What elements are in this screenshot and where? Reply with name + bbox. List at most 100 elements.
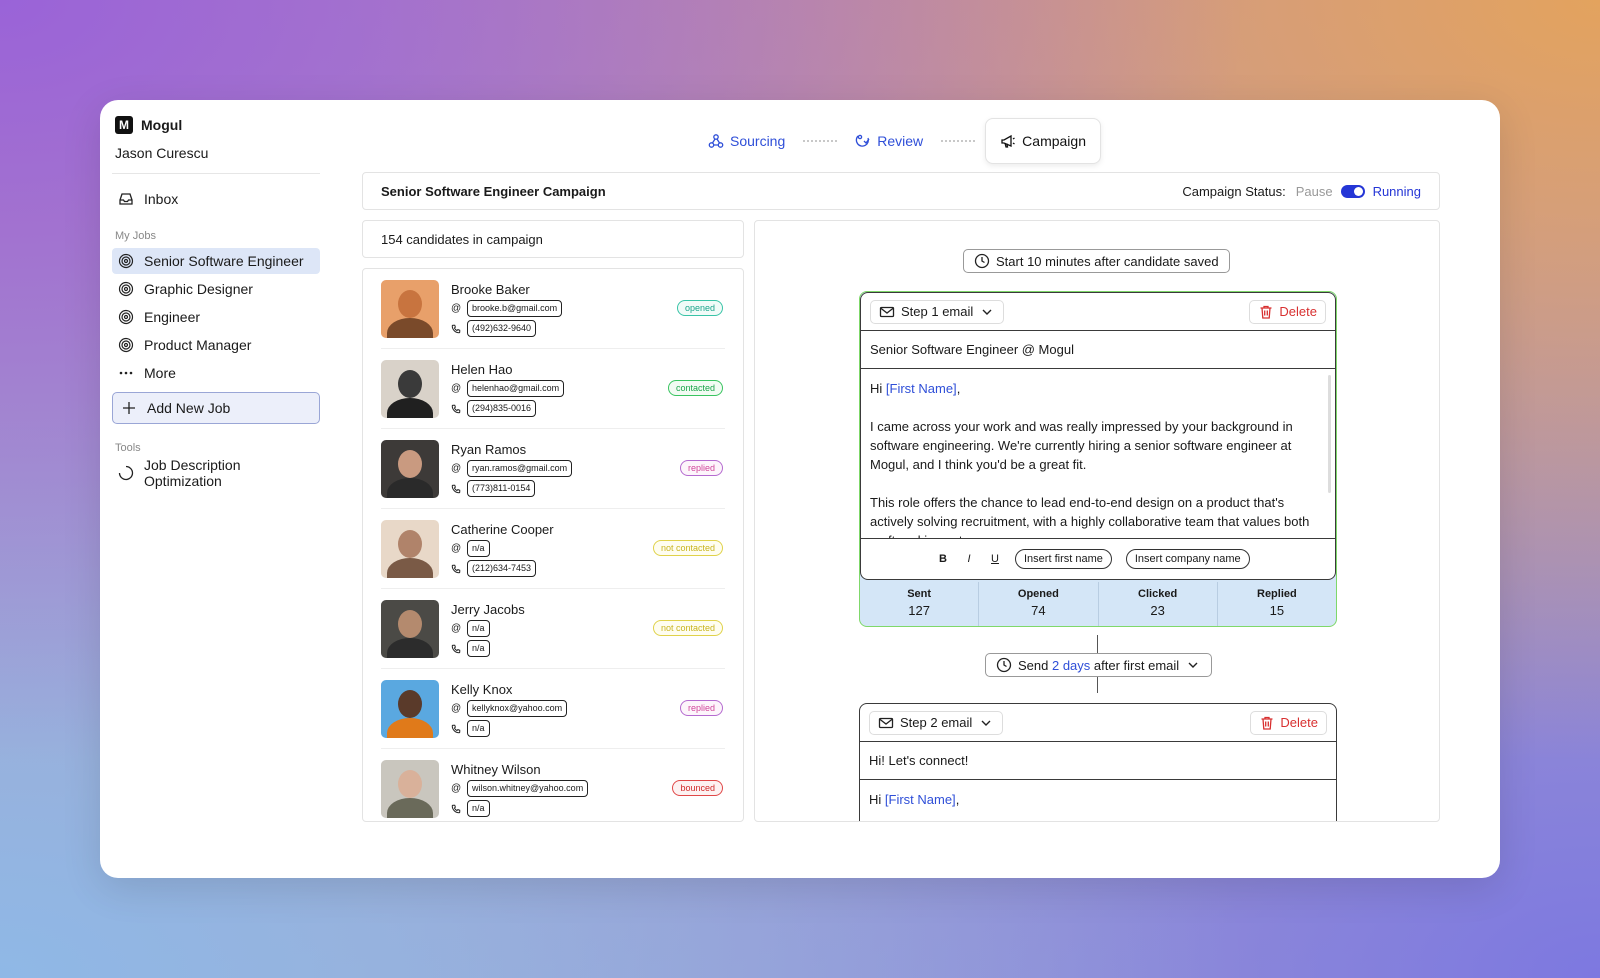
- insert-company-name-button[interactable]: Insert company name: [1125, 549, 1250, 569]
- at-icon: @: [451, 783, 462, 794]
- candidate-row[interactable]: Whitney Wilson @ wilson.whitney@yahoo.co…: [381, 749, 725, 821]
- sidebar-item-label: Product Manager: [144, 337, 252, 353]
- campaign-status-toggle[interactable]: [1340, 184, 1365, 198]
- tab-review[interactable]: Review: [847, 133, 931, 149]
- candidate-row[interactable]: Kelly Knox @ kellyknox@yahoo.com n/a rep…: [381, 669, 725, 749]
- candidate-row[interactable]: Helen Hao @ helenhao@gmail.com (294)835-…: [381, 349, 725, 429]
- candidate-name[interactable]: Jerry Jacobs: [451, 602, 525, 617]
- stat-value: 127: [908, 603, 930, 618]
- campaign-status: Campaign Status: Pause Running: [1182, 184, 1421, 199]
- campaign-header: Senior Software Engineer Campaign Campai…: [362, 172, 1440, 210]
- candidate-email[interactable]: helenhao@gmail.com: [467, 380, 565, 397]
- candidate-phone[interactable]: (492)632-9640: [467, 320, 537, 337]
- at-icon: @: [451, 703, 462, 714]
- candidate-email[interactable]: n/a: [467, 540, 490, 557]
- inbox-icon: [118, 191, 134, 207]
- step2-body-editor[interactable]: Hi [First Name],: [860, 780, 1336, 821]
- bold-button[interactable]: B: [937, 553, 949, 565]
- sidebar-item-label: Job Description Optimization: [144, 457, 241, 489]
- candidate-name[interactable]: Ryan Ramos: [451, 442, 572, 457]
- running-option[interactable]: Running: [1373, 184, 1421, 199]
- candidate-email[interactable]: n/a: [467, 620, 490, 637]
- step1-card: Step 1 email Delete Senior Software Engi…: [859, 291, 1337, 627]
- start-trigger-chip[interactable]: Start 10 minutes after candidate saved: [963, 249, 1230, 273]
- candidate-row[interactable]: Catherine Cooper @ n/a (212)634-7453 not…: [381, 509, 725, 589]
- candidate-phone[interactable]: (212)634-7453: [467, 560, 537, 577]
- phone-icon: [451, 804, 461, 814]
- sidebar: M Mogul Jason Curescu Inbox My Jobs Seni…: [100, 100, 340, 878]
- step1-body-editor[interactable]: Hi [First Name], I came across your work…: [861, 369, 1335, 539]
- at-icon: @: [451, 543, 462, 554]
- body-scrollbar[interactable]: [1328, 375, 1331, 493]
- candidate-phone[interactable]: n/a: [467, 640, 490, 657]
- format-toolbar: B I U Insert first name Insert company n…: [861, 539, 1335, 579]
- app-window: M Mogul Jason Curescu Inbox My Jobs Seni…: [100, 100, 1500, 878]
- avatar: [381, 760, 439, 818]
- delay-dropdown[interactable]: Send 2 days after first email: [985, 653, 1213, 677]
- sidebar-item-senior-software-engineer[interactable]: Senior Software Engineer: [112, 248, 320, 274]
- sidebar-item-inbox[interactable]: Inbox: [112, 186, 320, 212]
- body-paragraph: This role offers the chance to lead end-…: [870, 495, 1310, 538]
- tools-heading: Tools: [115, 442, 141, 454]
- step1-subject-field[interactable]: Senior Software Engineer @ Mogul: [861, 331, 1335, 369]
- step1-delete-button[interactable]: Delete: [1249, 299, 1326, 324]
- candidate-name[interactable]: Kelly Knox: [451, 682, 567, 697]
- tab-campaign-label: Campaign: [1022, 133, 1086, 149]
- avatar-body: [387, 318, 433, 338]
- avatar-head: [398, 610, 422, 638]
- italic-button[interactable]: I: [963, 553, 975, 565]
- avatar-head: [398, 450, 422, 478]
- step2-type-label: Step 2 email: [900, 715, 973, 730]
- insert-first-name-button[interactable]: Insert first name: [1015, 549, 1112, 569]
- sidebar-item-engineer[interactable]: Engineer: [112, 304, 320, 330]
- candidate-email-row: @ wilson.whitney@yahoo.com: [451, 780, 589, 797]
- pause-option[interactable]: Pause: [1296, 184, 1333, 199]
- underline-button[interactable]: U: [989, 553, 1001, 565]
- candidate-email[interactable]: kellyknox@yahoo.com: [467, 700, 568, 717]
- candidate-email-row: @ helenhao@gmail.com: [451, 380, 565, 397]
- tab-campaign[interactable]: Campaign: [985, 118, 1101, 164]
- avatar-body: [387, 478, 433, 498]
- avatar-body: [387, 718, 433, 738]
- tab-sourcing[interactable]: Sourcing: [700, 133, 793, 149]
- candidate-phone-row: n/a: [451, 640, 525, 657]
- megaphone-icon: [1000, 133, 1016, 149]
- sidebar-item-job-description-optimization[interactable]: Job Description Optimization: [112, 457, 320, 489]
- candidate-name[interactable]: Helen Hao: [451, 362, 564, 377]
- workflow-stepper: Sourcing Review Campaign: [700, 118, 1101, 164]
- body-paragraph: I came across your work and was really i…: [870, 419, 1293, 472]
- step1-type-dropdown[interactable]: Step 1 email: [870, 299, 1005, 324]
- candidate-phone[interactable]: n/a: [467, 720, 490, 737]
- stat-label: Sent: [907, 588, 932, 600]
- candidate-row[interactable]: Ryan Ramos @ ryan.ramos@gmail.com (773)8…: [381, 429, 725, 509]
- candidate-email[interactable]: brooke.b@gmail.com: [467, 300, 563, 317]
- candidate-info: Brooke Baker @ brooke.b@gmail.com (492)6…: [451, 280, 563, 348]
- sidebar-item-product-manager[interactable]: Product Manager: [112, 332, 320, 358]
- candidate-email[interactable]: wilson.whitney@yahoo.com: [467, 780, 589, 797]
- avatar-head: [398, 370, 422, 398]
- candidate-phone[interactable]: (773)811-0154: [467, 480, 536, 497]
- candidate-name[interactable]: Brooke Baker: [451, 282, 562, 297]
- first-name-variable: [First Name]: [885, 381, 957, 396]
- candidate-row[interactable]: Jerry Jacobs @ n/a n/a not contacted: [381, 589, 725, 669]
- candidate-phone[interactable]: n/a: [467, 800, 490, 817]
- delay-prefix: Send: [1018, 657, 1052, 673]
- sidebar-item-graphic-designer[interactable]: Graphic Designer: [112, 276, 320, 302]
- sidebar-item-more[interactable]: More: [112, 360, 320, 386]
- add-new-job-button[interactable]: Add New Job: [112, 392, 320, 424]
- step2-delete-button[interactable]: Delete: [1250, 710, 1327, 735]
- candidate-name[interactable]: Whitney Wilson: [451, 762, 588, 777]
- step2-type-dropdown[interactable]: Step 2 email: [869, 710, 1004, 735]
- candidate-email[interactable]: ryan.ramos@gmail.com: [467, 460, 573, 477]
- candidate-name[interactable]: Catherine Cooper: [451, 522, 554, 537]
- phone-icon: [451, 724, 461, 734]
- candidate-phone[interactable]: (294)835-0016: [467, 400, 537, 417]
- campaign-title: Senior Software Engineer Campaign: [381, 183, 606, 199]
- avatar: [381, 280, 439, 338]
- sequence-editor: Start 10 minutes after candidate saved S…: [754, 220, 1440, 822]
- candidate-row[interactable]: Brooke Baker @ brooke.b@gmail.com (492)6…: [381, 269, 725, 349]
- greeting-punct: ,: [955, 792, 960, 807]
- step2-subject-field[interactable]: Hi! Let's connect!: [860, 742, 1336, 780]
- candidate-email-row: @ kellyknox@yahoo.com: [451, 700, 568, 717]
- user-name: Jason Curescu: [112, 145, 320, 174]
